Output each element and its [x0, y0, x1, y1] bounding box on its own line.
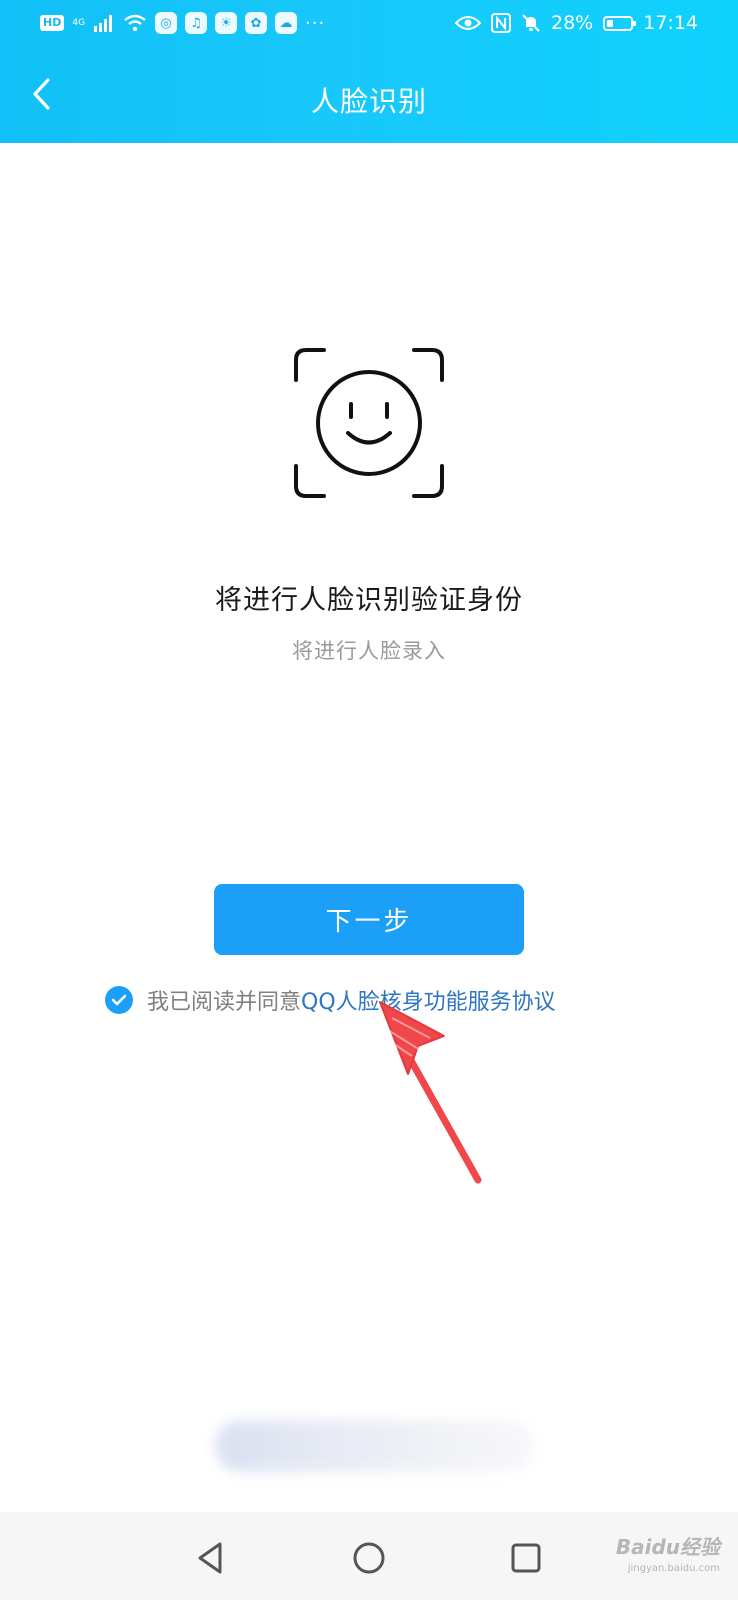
battery-icon: [603, 15, 637, 31]
wifi-icon: [124, 14, 146, 32]
checkmark-icon: [111, 994, 127, 1006]
status-bar: HD 4G ◎ ♫ ☀ ✿ ☁ ··· 28% 17:14: [0, 0, 738, 52]
status-left: HD 4G ◎ ♫ ☀ ✿ ☁ ···: [40, 12, 325, 34]
nfc-icon: [491, 13, 511, 33]
more-notifications-icon: ···: [305, 12, 326, 34]
music-app-icon: ♫: [185, 12, 208, 34]
page-title: 人脸识别: [310, 85, 427, 118]
baidu-watermark: Baidu经验 jingyan.baidu.com: [616, 1536, 720, 1580]
agreement-checkbox[interactable]: [105, 986, 133, 1014]
blurred-footer-content: [215, 1420, 535, 1472]
nav-home-icon[interactable]: [351, 1540, 387, 1576]
network-type: 4G: [72, 17, 86, 28]
title-bar: 人脸识别: [0, 60, 738, 140]
next-step-button[interactable]: 下一步: [214, 884, 524, 955]
face-scan-icon: [294, 348, 444, 498]
photos-app-icon: ✿: [245, 12, 268, 34]
weather-app-icon: ☀: [215, 12, 238, 34]
verification-subheading: 将进行人脸录入: [292, 639, 446, 663]
verification-heading: 将进行人脸识别验证身份: [215, 585, 523, 616]
status-right: 28% 17:14: [455, 12, 698, 34]
mute-bell-icon: [522, 14, 540, 32]
app-header: HD 4G ◎ ♫ ☀ ✿ ☁ ··· 28% 17:14 人脸识别: [0, 0, 738, 143]
watermark-url: jingyan.baidu.com: [627, 1563, 720, 1574]
cloud-app-icon: ☁: [275, 12, 298, 34]
nav-recents-icon[interactable]: [508, 1540, 544, 1576]
nav-back-icon[interactable]: [193, 1540, 229, 1576]
hd-badge: HD: [40, 15, 65, 31]
battery-percent: 28%: [551, 12, 594, 34]
watermark-brand: Baidu经验: [615, 1535, 720, 1559]
browser-app-icon: ◎: [155, 12, 178, 34]
annotation-arrow-icon: [379, 1001, 482, 1184]
agreement-text: 我已阅读并同意: [147, 990, 302, 1015]
eye-icon: [455, 16, 481, 30]
signal-icon: [94, 15, 113, 32]
network-type-label: 4G: [72, 17, 86, 28]
clock: 17:14: [643, 12, 698, 34]
